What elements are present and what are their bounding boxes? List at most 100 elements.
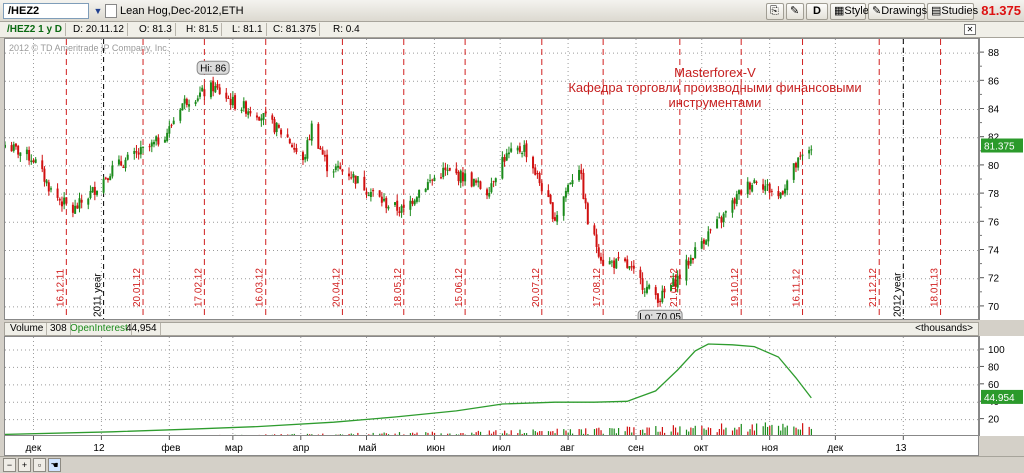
candle-body [124, 159, 127, 169]
time-label: фев [161, 442, 180, 454]
candle-body [413, 200, 416, 205]
time-axis[interactable]: дек 12 фев мар апр май июн июл авг сен окт ноя дек 13 [4, 436, 979, 456]
volume-bar [580, 429, 582, 435]
volume-bar [782, 423, 784, 435]
candle-body [786, 180, 789, 191]
candle-body [45, 180, 48, 184]
candle-body [689, 257, 692, 264]
hi-label: Hi: 86 [200, 63, 227, 74]
volume-bar [628, 426, 631, 435]
candle-body [615, 258, 618, 269]
candle-body [446, 169, 449, 171]
candle-body [341, 169, 344, 172]
volume-bar [701, 425, 703, 435]
studies-button[interactable]: ▤Studies [927, 3, 978, 20]
volume-bar [593, 429, 596, 435]
candle-body [567, 184, 570, 193]
volume-bar [797, 429, 799, 435]
candle-body [797, 157, 800, 168]
candle-body [43, 168, 46, 182]
candle-body [102, 178, 105, 193]
aggregation-button[interactable]: D [806, 3, 828, 20]
candle-body [464, 173, 467, 182]
volume-bar [786, 425, 788, 435]
volume-bar [740, 423, 742, 435]
symbol-tag[interactable]: /HEZ2 1 y D [4, 23, 67, 36]
candle-body [383, 198, 386, 201]
candle-body [571, 180, 574, 185]
volume-bar [802, 423, 804, 435]
y-tick-label: 80 [988, 161, 1000, 172]
symbol-dropdown-icon[interactable]: ▼ [92, 4, 104, 18]
candle-body [799, 155, 802, 157]
volume-chart[interactable] [5, 337, 979, 436]
candle-body [212, 80, 215, 92]
style-button[interactable]: ▦Style [830, 3, 869, 20]
candle-body [737, 190, 740, 195]
drawings-button[interactable]: ✎Drawings [868, 3, 927, 20]
candle-body [792, 163, 795, 180]
close-icon[interactable]: ✕ [964, 24, 976, 35]
candle-body [214, 85, 217, 93]
candle-body [440, 177, 443, 179]
candle-body [262, 113, 265, 120]
volume-bar [756, 423, 758, 435]
candle-body [781, 191, 784, 195]
candle-body [676, 275, 679, 288]
candle-body [5, 144, 6, 148]
candle-body [455, 168, 458, 174]
pan-hand-icon[interactable]: ☚ [48, 458, 61, 472]
time-axis-svg: дек 12 фев мар апр май июн июл авг сен окт ноя дек 13 [25, 436, 907, 454]
time-label: июн [426, 443, 445, 454]
volume-bar [655, 426, 657, 435]
zoom-in-icon[interactable]: + [18, 458, 31, 472]
zoom-box-icon[interactable]: ▫ [33, 458, 46, 472]
bar-close: C: 81.375 [270, 23, 321, 36]
candle-body [479, 181, 482, 189]
volume-bar [598, 427, 600, 435]
candle-body [258, 116, 261, 121]
link-icon[interactable]: ⎘ [766, 3, 784, 20]
symbol-input[interactable]: /HEZ2 [3, 3, 89, 19]
time-label: дек [827, 443, 843, 454]
candle-body [654, 287, 657, 296]
candle-body [14, 143, 17, 147]
candle-body [538, 173, 541, 184]
candle-body [76, 205, 79, 209]
edit-icon[interactable] [105, 4, 117, 18]
expiry-label: 16.11.12 [792, 268, 803, 307]
candle-body [229, 98, 232, 106]
candle-body [444, 167, 447, 171]
price-panel[interactable]: 16.12.11 20.01.12 17.02.12 16.03.12 20.04.12… [4, 38, 979, 320]
volume-axis[interactable]: 1008060402044.954 [979, 336, 1024, 436]
candle-body [477, 180, 480, 183]
volume-bar [563, 429, 565, 435]
candle-body [534, 167, 537, 175]
candle-body [25, 149, 28, 155]
candle-body [702, 239, 705, 244]
volume-bar [692, 428, 694, 435]
candle-body [32, 160, 35, 163]
expiry-label: 18.01.13 [930, 268, 941, 307]
candle-body [457, 171, 460, 182]
candle-body [47, 182, 50, 192]
candle-body [139, 147, 142, 155]
candle-body [448, 167, 451, 171]
volume-panel[interactable] [4, 336, 979, 436]
price-chart[interactable]: 16.12.11 20.01.12 17.02.12 16.03.12 20.04.12… [5, 39, 979, 320]
wrench-icon[interactable]: ✎ [786, 3, 804, 20]
candle-body [308, 138, 311, 140]
bar-high: H: 81.5 [183, 23, 223, 36]
candle-body [536, 173, 539, 175]
price-axis[interactable]: 88 86 84 82 80 78 76 74 72 70 81.375 [979, 38, 1024, 320]
volume-bar [771, 424, 773, 435]
candle-body [133, 150, 136, 154]
zoom-out-icon[interactable]: − [3, 458, 16, 472]
time-label: окт [694, 443, 709, 454]
candle-body [584, 198, 587, 204]
volume-bar [569, 429, 571, 435]
volume-bar [679, 426, 681, 435]
volume-bar [810, 428, 812, 435]
candle-body [247, 111, 250, 115]
candle-body [260, 118, 263, 121]
